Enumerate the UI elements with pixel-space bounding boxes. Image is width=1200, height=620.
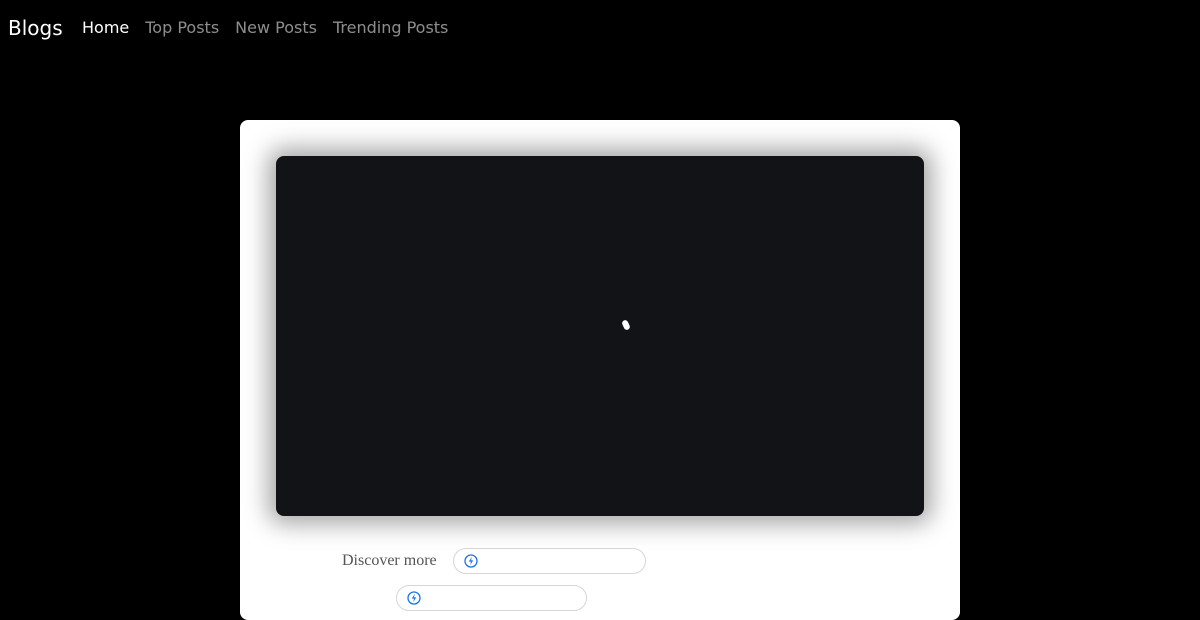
discover-more-row: Discover more — [342, 548, 646, 574]
discover-more-chip[interactable] — [452, 548, 646, 574]
nav-link-home[interactable]: Home — [82, 17, 129, 39]
loading-spinner-icon — [621, 319, 631, 331]
discover-more-label: Discover more — [342, 552, 437, 569]
content-card: Discover more — [240, 120, 960, 620]
video-player[interactable] — [276, 156, 924, 516]
nav-link-new-posts[interactable]: New Posts — [235, 17, 317, 39]
discover-more-chip-2[interactable] — [396, 585, 587, 611]
bolt-icon — [463, 554, 478, 568]
nav-links: Home Top Posts New Posts Trending Posts — [82, 17, 464, 39]
nav-link-trending-posts[interactable]: Trending Posts — [333, 17, 448, 39]
brand-logo[interactable]: Blogs — [8, 14, 63, 42]
nav-link-top-posts[interactable]: Top Posts — [145, 17, 219, 39]
navbar: Blogs Home Top Posts New Posts Trending … — [0, 0, 1200, 56]
bolt-icon — [407, 591, 421, 605]
